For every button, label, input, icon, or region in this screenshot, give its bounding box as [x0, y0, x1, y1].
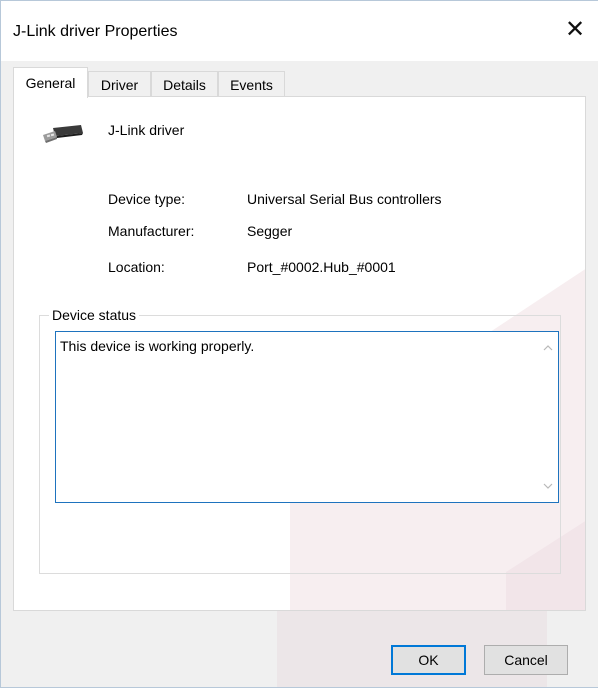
general-tab-panel: J-Link driver Device type: Universal Ser…	[13, 96, 586, 611]
tab-details[interactable]: Details	[151, 71, 218, 97]
device-type-label: Device type:	[108, 191, 186, 207]
tab-label: Details	[163, 76, 206, 93]
location-label: Location:	[108, 259, 165, 275]
tab-label: Driver	[100, 76, 139, 93]
manufacturer-label: Manufacturer:	[108, 223, 195, 239]
location-value: Port_#0002.Hub_#0001	[247, 259, 396, 275]
tab-general[interactable]: General	[13, 67, 88, 98]
ok-button-label: OK	[418, 652, 439, 668]
properties-dialog: J-Link driver Properties ✕ General Drive…	[0, 0, 598, 688]
scroll-up-icon[interactable]	[540, 340, 556, 356]
ok-button[interactable]: OK	[391, 645, 466, 675]
tab-label: Events	[230, 76, 273, 93]
dialog-title: J-Link driver Properties	[13, 23, 178, 40]
device-type-value: Universal Serial Bus controllers	[247, 191, 442, 207]
device-status-label: Device status	[49, 307, 140, 323]
tab-events[interactable]: Events	[218, 71, 285, 97]
tab-label: General	[25, 75, 76, 91]
close-button[interactable]: ✕	[552, 11, 598, 47]
device-status-textbox[interactable]: This device is working properly.	[55, 331, 559, 503]
cancel-button[interactable]: Cancel	[484, 645, 568, 675]
usb-connector-icon	[39, 123, 83, 150]
device-name: J-Link driver	[108, 122, 185, 138]
cancel-button-label: Cancel	[504, 652, 548, 668]
manufacturer-value: Segger	[247, 223, 293, 239]
title-bar: J-Link driver Properties ✕	[1, 1, 598, 61]
device-status-text: This device is working properly.	[60, 338, 255, 354]
tab-driver[interactable]: Driver	[88, 71, 151, 97]
scroll-down-icon[interactable]	[540, 478, 556, 494]
close-icon: ✕	[564, 15, 586, 43]
